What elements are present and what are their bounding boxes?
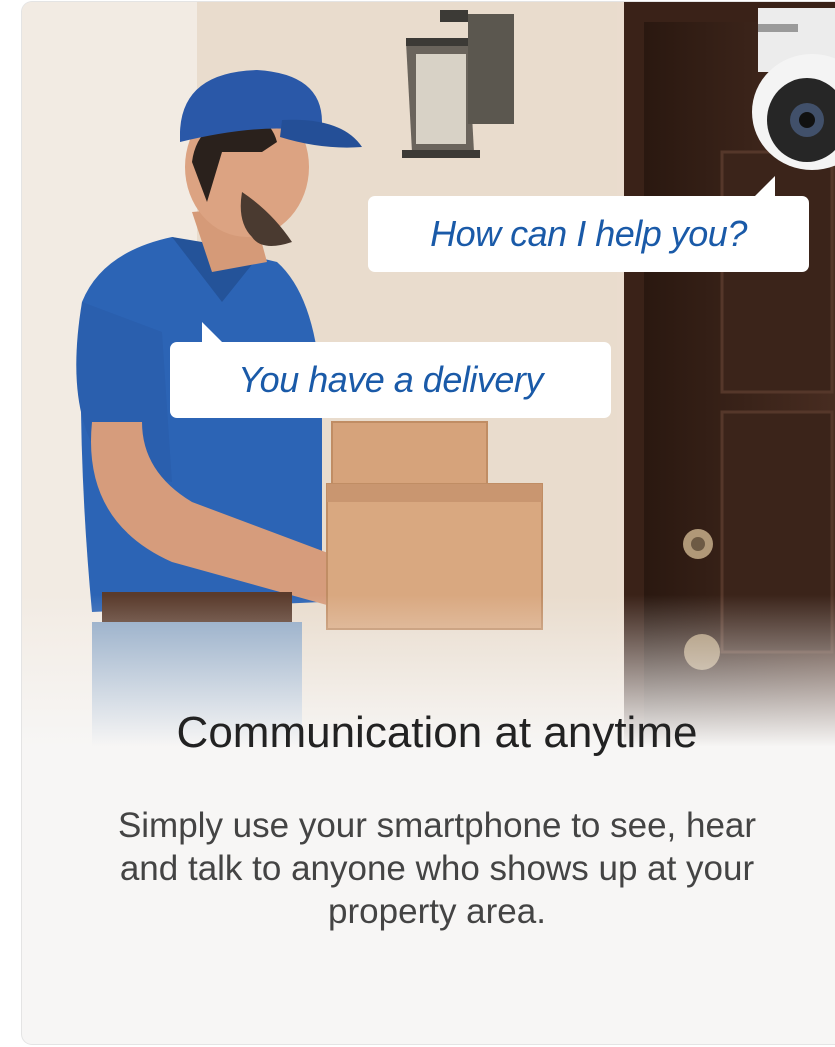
card-title: Communication at anytime [176, 708, 698, 757]
speech-bubble-question-text: How can I help you? [430, 213, 747, 254]
speech-bubble-answer-text: You have a delivery [238, 359, 543, 400]
speech-bubble-question: How can I help you? [368, 176, 809, 272]
feature-card: How can I help you? You have a delivery … [22, 2, 835, 1044]
hero-image: How can I help you? You have a delivery [22, 2, 835, 762]
speech-bubble-answer: You have a delivery [170, 322, 611, 418]
card-description: Simply use your smartphone to see, hear … [117, 806, 757, 931]
